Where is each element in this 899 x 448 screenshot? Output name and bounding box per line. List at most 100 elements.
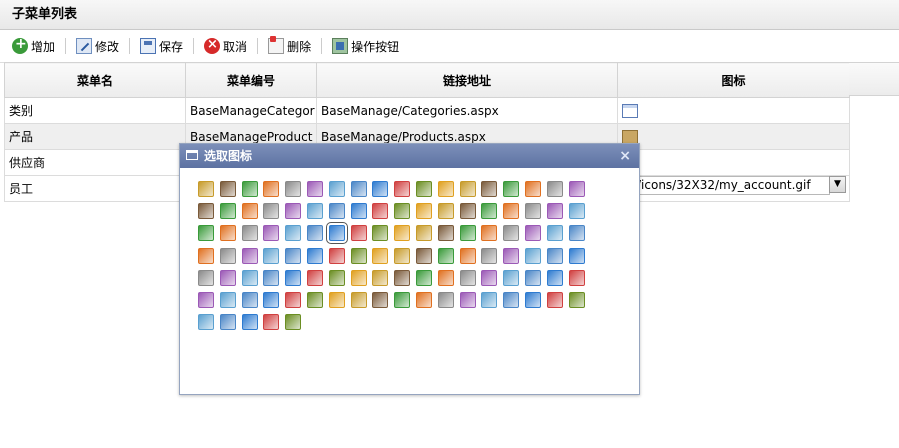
search-icon[interactable] xyxy=(198,292,214,308)
person-icon[interactable] xyxy=(242,314,258,330)
ruler-icon[interactable] xyxy=(525,292,541,308)
glasses-icon[interactable] xyxy=(329,248,345,264)
document-list-icon[interactable] xyxy=(481,181,497,197)
package-icon[interactable] xyxy=(416,270,432,286)
refresh-icon[interactable] xyxy=(307,203,323,219)
column-header-icon[interactable]: 图标 xyxy=(617,62,850,98)
clipboard3-icon[interactable] xyxy=(547,248,563,264)
bag-icon[interactable] xyxy=(460,292,476,308)
hand2-icon[interactable] xyxy=(416,292,432,308)
save-button[interactable]: 保存 xyxy=(134,35,189,57)
pencil2-icon[interactable] xyxy=(220,225,236,241)
star-icon[interactable] xyxy=(438,292,454,308)
monitor2-icon[interactable] xyxy=(481,248,497,264)
clipboard-icon[interactable] xyxy=(503,248,519,264)
twitter-icon[interactable] xyxy=(198,314,214,330)
hand-point-icon[interactable] xyxy=(394,225,410,241)
pen-icon[interactable] xyxy=(220,270,236,286)
flag2-icon[interactable] xyxy=(569,292,585,308)
column-header-url[interactable]: 链接地址 xyxy=(316,62,618,98)
download-icon[interactable] xyxy=(285,292,301,308)
globe2-icon[interactable] xyxy=(263,314,279,330)
tag-icon[interactable] xyxy=(503,292,519,308)
contact-card-icon[interactable] xyxy=(198,181,214,197)
clock-icon[interactable] xyxy=(198,203,214,219)
tools2-icon[interactable] xyxy=(263,292,279,308)
pill-icon[interactable] xyxy=(394,270,410,286)
grid-icon[interactable] xyxy=(525,181,541,197)
notepad-icon[interactable] xyxy=(220,181,236,197)
calculator-icon[interactable] xyxy=(242,248,258,264)
hand-icon[interactable] xyxy=(416,225,432,241)
pie-icon[interactable] xyxy=(372,270,388,286)
cd-icon[interactable] xyxy=(460,225,476,241)
lightbulb-icon[interactable] xyxy=(285,248,301,264)
id-card-icon[interactable] xyxy=(460,248,476,264)
puzzle-icon[interactable] xyxy=(263,203,279,219)
chart-pie-icon[interactable] xyxy=(460,270,476,286)
refresh2-icon[interactable] xyxy=(503,270,519,286)
forward-icon[interactable] xyxy=(416,181,432,197)
rss2-icon[interactable] xyxy=(307,225,323,241)
arrow-right-icon[interactable] xyxy=(329,292,345,308)
folder-icon[interactable] xyxy=(547,181,563,197)
zoom-in-icon[interactable] xyxy=(285,314,301,330)
document3-icon[interactable] xyxy=(220,314,236,330)
mouse-icon[interactable] xyxy=(481,225,497,241)
login-icon[interactable] xyxy=(372,248,388,264)
hourglass-icon[interactable] xyxy=(307,248,323,264)
basket-icon[interactable] xyxy=(329,181,345,197)
icon-path-input[interactable]: /icons/32X32/my_account.gif xyxy=(634,176,830,195)
award-icon[interactable] xyxy=(351,181,367,197)
user-male-icon[interactable] xyxy=(416,248,432,264)
drive-icon[interactable] xyxy=(394,203,410,219)
time-icon[interactable] xyxy=(547,292,563,308)
sign-icon[interactable] xyxy=(438,248,454,264)
document2-icon[interactable] xyxy=(481,270,497,286)
paypal-icon[interactable] xyxy=(198,270,214,286)
briefcase-icon[interactable] xyxy=(525,225,541,241)
refresh3-icon[interactable] xyxy=(525,270,541,286)
table-row[interactable]: 类别 BaseManageCategor BaseManage/Categori… xyxy=(4,97,850,124)
bank-icon[interactable] xyxy=(307,181,323,197)
check-icon[interactable] xyxy=(569,181,585,197)
column-header-name[interactable]: 菜单名 xyxy=(4,62,186,98)
chevron-down-icon[interactable]: ▼ xyxy=(829,176,846,193)
close-icon[interactable]: × xyxy=(619,144,631,168)
edit-button[interactable]: 修改 xyxy=(70,35,125,57)
arrow-left-icon[interactable] xyxy=(351,292,367,308)
gear-icon[interactable] xyxy=(372,203,388,219)
link-icon[interactable] xyxy=(351,203,367,219)
layers-icon[interactable] xyxy=(285,270,301,286)
run-icon[interactable] xyxy=(569,270,585,286)
stop-icon[interactable] xyxy=(503,181,519,197)
flag-icon[interactable] xyxy=(351,225,367,241)
box-view-icon[interactable] xyxy=(263,248,279,264)
telephone-icon[interactable] xyxy=(329,203,345,219)
network-icon[interactable] xyxy=(242,181,258,197)
bug-icon[interactable] xyxy=(263,225,279,241)
zoom-icon[interactable] xyxy=(220,292,236,308)
database-icon[interactable] xyxy=(481,203,497,219)
sticky-note-icon[interactable] xyxy=(263,181,279,197)
heart-icon[interactable] xyxy=(503,225,519,241)
delete-button[interactable]: 删除 xyxy=(262,35,317,57)
disc-icon[interactable] xyxy=(416,203,432,219)
picture-icon[interactable] xyxy=(569,225,585,241)
image-doc-icon[interactable] xyxy=(481,292,497,308)
tools-icon[interactable] xyxy=(285,203,301,219)
logout-icon[interactable] xyxy=(394,248,410,264)
copy-icon[interactable] xyxy=(547,203,563,219)
money-icon[interactable] xyxy=(503,203,519,219)
thumb-up-icon[interactable] xyxy=(326,222,348,244)
cards-icon[interactable] xyxy=(569,248,585,264)
home-icon[interactable] xyxy=(547,225,563,241)
film-icon[interactable] xyxy=(307,292,323,308)
sitemap-icon[interactable] xyxy=(394,292,410,308)
cancel-button[interactable]: 取消 xyxy=(198,35,253,57)
upload-icon[interactable] xyxy=(372,292,388,308)
pen2-icon[interactable] xyxy=(242,270,258,286)
chart-icon[interactable] xyxy=(460,181,476,197)
folder2-icon[interactable] xyxy=(372,225,388,241)
phone-icon[interactable] xyxy=(263,270,279,286)
